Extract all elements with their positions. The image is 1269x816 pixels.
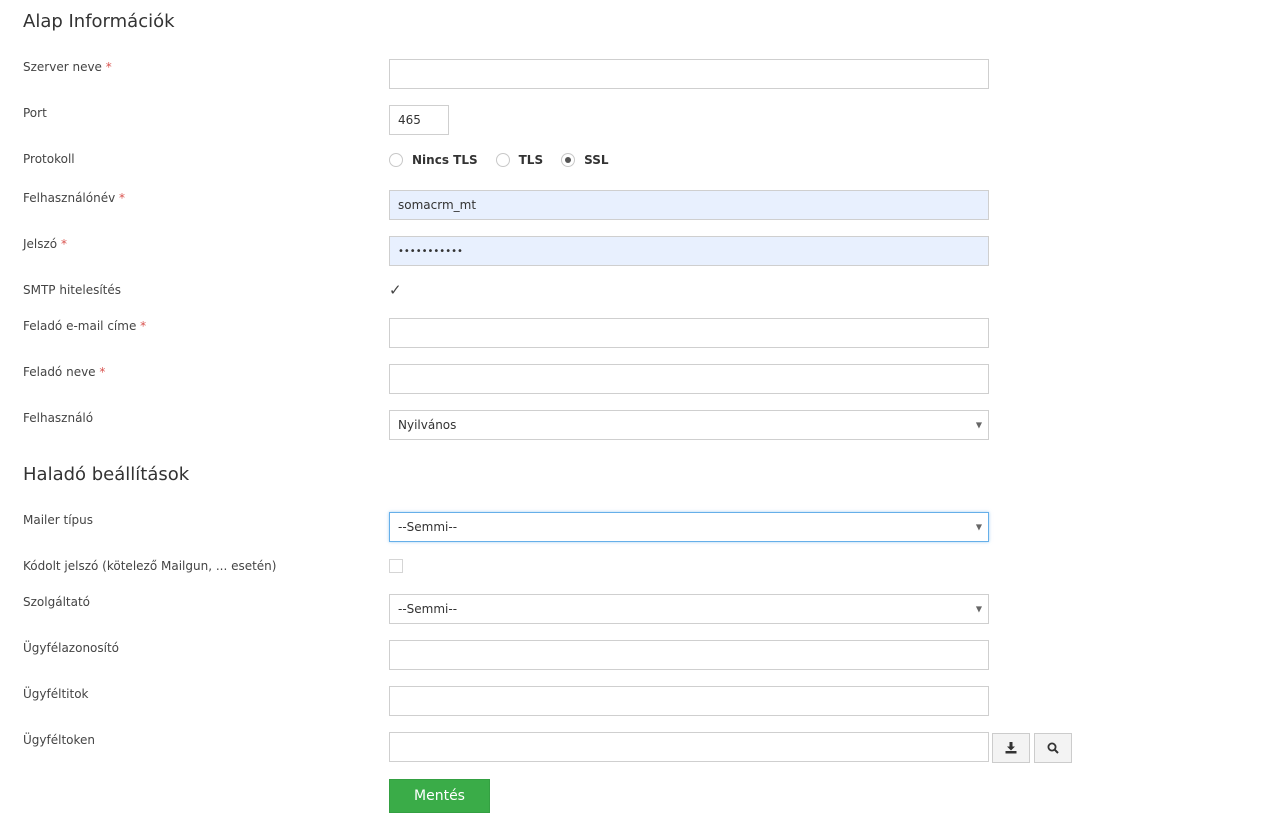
sender-name-label: Feladó neve * — [23, 365, 106, 379]
client-id-input[interactable] — [389, 640, 989, 670]
encoded-password-checkbox[interactable] — [389, 559, 403, 573]
protocol-radio-tls[interactable] — [495, 153, 510, 167]
download-token-button[interactable] — [992, 733, 1030, 763]
chevron-down-icon: ▼ — [975, 420, 982, 430]
sender-email-input[interactable] — [389, 318, 989, 348]
protocol-option-none-tls[interactable]: Nincs TLS — [412, 153, 478, 167]
smtp-auth-checkbox[interactable]: ✓ — [389, 281, 402, 299]
mailer-type-select[interactable]: --Semmi-- ▼ — [389, 512, 989, 542]
chevron-down-icon: ▼ — [975, 604, 982, 614]
encoded-password-label: Kódolt jelszó (kötelező Mailgun, ... ese… — [23, 559, 277, 573]
section-title-advanced: Haladó beállítások — [23, 464, 190, 485]
section-title-basic: Alap Információk — [23, 11, 175, 32]
sender-name-input[interactable] — [389, 364, 989, 394]
username-input[interactable]: somacrm_mt — [389, 190, 989, 220]
search-token-button[interactable] — [1034, 733, 1072, 763]
port-input[interactable]: 465 — [389, 105, 449, 135]
server-name-input[interactable] — [389, 59, 989, 89]
provider-select[interactable]: --Semmi-- ▼ — [389, 594, 989, 624]
save-button[interactable]: Mentés — [389, 779, 490, 813]
download-icon — [1005, 742, 1017, 754]
protocol-radio-none-tls[interactable] — [389, 153, 403, 167]
password-input[interactable]: ••••••••••• — [389, 236, 989, 266]
sender-email-label: Feladó e-mail címe * — [23, 319, 147, 333]
protocol-radio-group: Nincs TLS TLS SSL — [389, 152, 627, 168]
provider-label: Szolgáltató — [23, 595, 91, 609]
client-secret-label: Ügyféltitok — [23, 687, 89, 701]
client-token-label: Ügyféltoken — [23, 733, 95, 747]
mailer-type-label: Mailer típus — [23, 513, 94, 527]
protocol-option-ssl[interactable]: SSL — [584, 153, 608, 167]
client-id-label: Ügyfélazonosító — [23, 641, 120, 655]
protocol-label: Protokoll — [23, 152, 75, 166]
protocol-option-tls[interactable]: TLS — [519, 153, 543, 167]
search-icon — [1047, 742, 1059, 754]
user-select[interactable]: Nyilvános ▼ — [389, 410, 989, 440]
client-token-input[interactable] — [389, 732, 989, 762]
username-label: Felhasználónév * — [23, 191, 126, 205]
checkmark-icon: ✓ — [389, 281, 402, 299]
port-label: Port — [23, 106, 47, 120]
user-label: Felhasználó — [23, 411, 94, 425]
chevron-down-icon: ▼ — [975, 522, 982, 532]
smtp-auth-label: SMTP hitelesítés — [23, 283, 122, 297]
server-name-label: Szerver neve * — [23, 60, 112, 74]
protocol-radio-ssl[interactable] — [561, 153, 576, 167]
password-label: Jelszó * — [23, 237, 67, 251]
client-secret-input[interactable] — [389, 686, 989, 716]
